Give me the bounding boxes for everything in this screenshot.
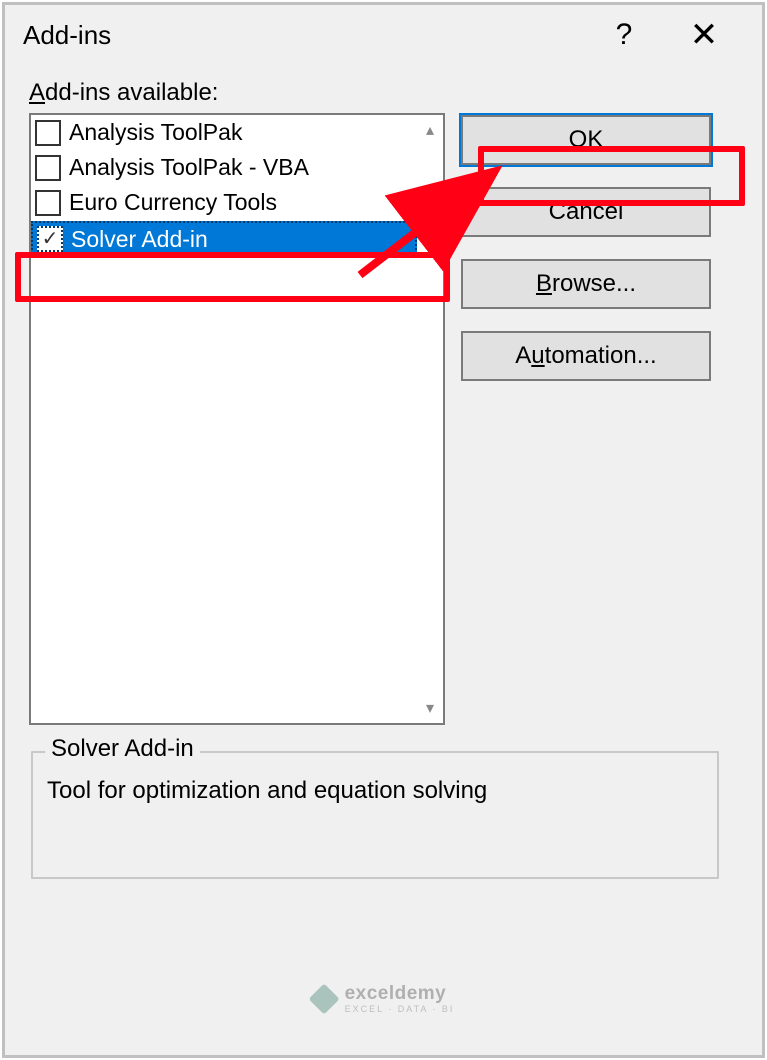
- list-inner: Analysis ToolPak Analysis ToolPak - VBA …: [31, 115, 417, 723]
- titlebar: Add-ins ? ✕: [5, 5, 762, 65]
- dialog-title: Add-ins: [23, 20, 584, 51]
- list-item[interactable]: Analysis ToolPak - VBA: [31, 150, 417, 185]
- button-column: OK Cancel Browse... Automation...: [461, 113, 711, 725]
- browse-button[interactable]: Browse...: [461, 259, 711, 309]
- scrollbar[interactable]: ▴ ▾: [417, 115, 443, 723]
- dialog-window: Add-ins ? ✕ Add-ins available: Analysis …: [2, 2, 765, 1058]
- ok-button[interactable]: OK: [461, 115, 711, 165]
- list-item-label: Analysis ToolPak: [69, 119, 242, 146]
- checkbox-icon[interactable]: [35, 190, 61, 216]
- checkbox-icon[interactable]: [35, 155, 61, 181]
- list-item[interactable]: Analysis ToolPak: [31, 115, 417, 150]
- list-item-label: Analysis ToolPak - VBA: [69, 154, 309, 181]
- description-title: Solver Add-in: [45, 735, 200, 763]
- list-item-label: Solver Add-in: [71, 226, 208, 253]
- description-group: Solver Add-in Tool for optimization and …: [31, 751, 719, 879]
- list-item-selected[interactable]: Solver Add-in: [31, 221, 417, 257]
- list-item-label: Euro Currency Tools: [69, 189, 277, 216]
- help-icon[interactable]: ?: [584, 7, 664, 63]
- main-row: Analysis ToolPak Analysis ToolPak - VBA …: [29, 113, 738, 725]
- dialog-content: Add-ins available: Analysis ToolPak Anal…: [5, 65, 762, 879]
- close-icon[interactable]: ✕: [664, 7, 744, 63]
- checkbox-icon[interactable]: [35, 120, 61, 146]
- cancel-button[interactable]: Cancel: [461, 187, 711, 237]
- chevron-down-icon[interactable]: ▾: [417, 695, 443, 721]
- chevron-up-icon[interactable]: ▴: [417, 117, 443, 143]
- description-text: Tool for optimization and equation solvi…: [47, 777, 703, 805]
- automation-button[interactable]: Automation...: [461, 331, 711, 381]
- list-item[interactable]: Euro Currency Tools: [31, 185, 417, 220]
- addins-listbox[interactable]: Analysis ToolPak Analysis ToolPak - VBA …: [29, 113, 445, 725]
- checkbox-icon[interactable]: [37, 226, 63, 252]
- available-label: Add-ins available:: [29, 79, 738, 107]
